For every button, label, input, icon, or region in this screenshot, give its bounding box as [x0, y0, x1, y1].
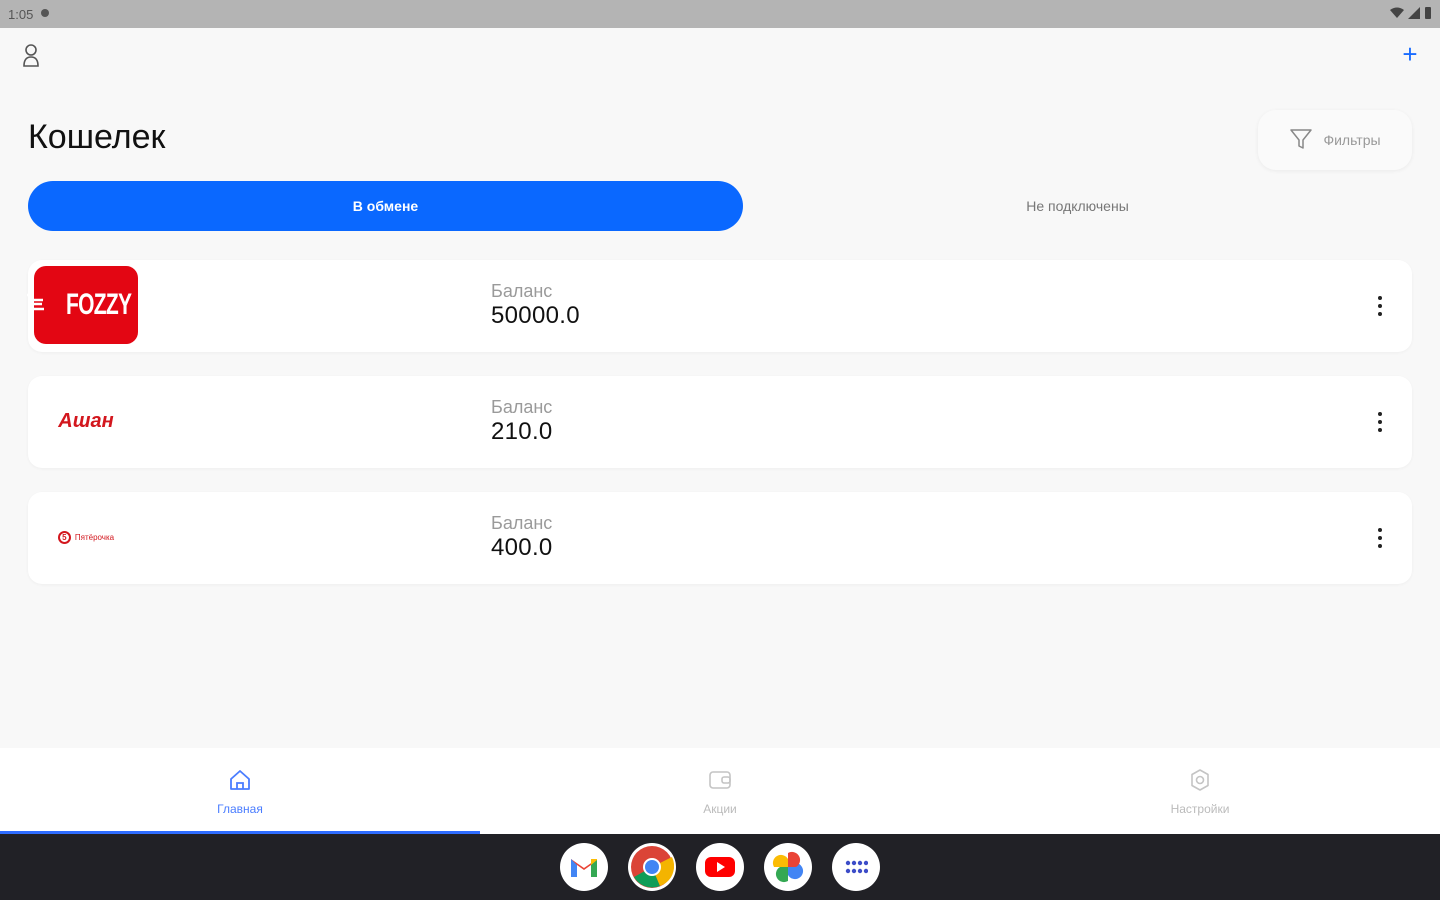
balance-value: 50000.0 [491, 302, 580, 329]
filter-button[interactable]: Фильтры [1258, 110, 1412, 170]
fozzy-logo-text: FOZZY [66, 288, 132, 321]
balance-block: Баланс 400.0 [491, 512, 553, 562]
pyaterochka-mark-icon: 5 [57, 530, 71, 544]
nav-home-label: Главная [217, 801, 263, 816]
app-dock [0, 834, 1440, 900]
balance-value: 210.0 [491, 418, 553, 445]
fozzy-logo: FOZZY [27, 266, 138, 344]
top-app-bar: + [0, 28, 1440, 84]
nav-home[interactable]: Главная [0, 748, 480, 834]
profile-icon[interactable] [18, 40, 46, 72]
youtube-icon[interactable] [696, 843, 744, 891]
chrome-icon[interactable] [628, 843, 676, 891]
pyaterochka-logo: 5 Пятёрочка [34, 498, 138, 576]
gmail-icon[interactable] [560, 843, 608, 891]
tab-not-connected[interactable]: Не подключены [743, 181, 1412, 231]
tab-in-exchange[interactable]: В обмене [28, 181, 743, 231]
bottom-navigation: Главная Акции Настройки [0, 748, 1440, 834]
nav-settings-label: Настройки [1170, 801, 1230, 816]
status-time: 1:05 [8, 6, 34, 22]
filter-icon [1289, 127, 1313, 154]
notification-icon [39, 7, 51, 22]
balance-block: Баланс 210.0 [491, 396, 553, 446]
more-vert-icon[interactable] [1368, 406, 1392, 438]
apps-icon[interactable] [832, 843, 880, 891]
wallet-tabs: В обмене Не подключены [28, 181, 1412, 231]
home-icon [227, 767, 253, 796]
status-bar: 1:05 [0, 0, 1440, 28]
auchan-logo-text: Ашан [58, 409, 114, 432]
loyalty-card-auchan[interactable]: Ашан Баланс 210.0 [28, 376, 1412, 468]
photos-icon[interactable] [764, 843, 812, 891]
balance-value: 400.0 [491, 534, 553, 561]
filter-label: Фильтры [1323, 132, 1381, 148]
nav-settings[interactable]: Настройки [960, 748, 1440, 834]
gear-icon [1187, 767, 1213, 796]
pyaterochka-logo-text: Пятёрочка [74, 532, 115, 542]
balance-label: Баланс [491, 281, 553, 301]
add-icon[interactable]: + [1396, 38, 1424, 70]
more-vert-icon[interactable] [1368, 522, 1392, 554]
balance-label: Баланс [491, 397, 553, 417]
wallet-icon [707, 767, 733, 796]
loyalty-card-pyaterochka[interactable]: 5 Пятёрочка Баланс 400.0 [28, 492, 1412, 584]
more-vert-icon[interactable] [1368, 290, 1392, 322]
loyalty-card-fozzy[interactable]: FOZZY Баланс 50000.0 [27, 260, 1412, 352]
balance-block: Баланс 50000.0 [491, 280, 580, 330]
auchan-logo: Ашан [34, 382, 138, 460]
balance-label: Баланс [491, 513, 553, 533]
wifi-icon [1390, 7, 1404, 22]
page-title: Кошелек [28, 118, 166, 156]
cart-icon [26, 292, 46, 319]
nav-promotions-label: Акции [703, 801, 737, 816]
signal-icon [1408, 6, 1420, 22]
battery-icon [1424, 6, 1432, 22]
nav-promotions[interactable]: Акции [480, 748, 960, 834]
